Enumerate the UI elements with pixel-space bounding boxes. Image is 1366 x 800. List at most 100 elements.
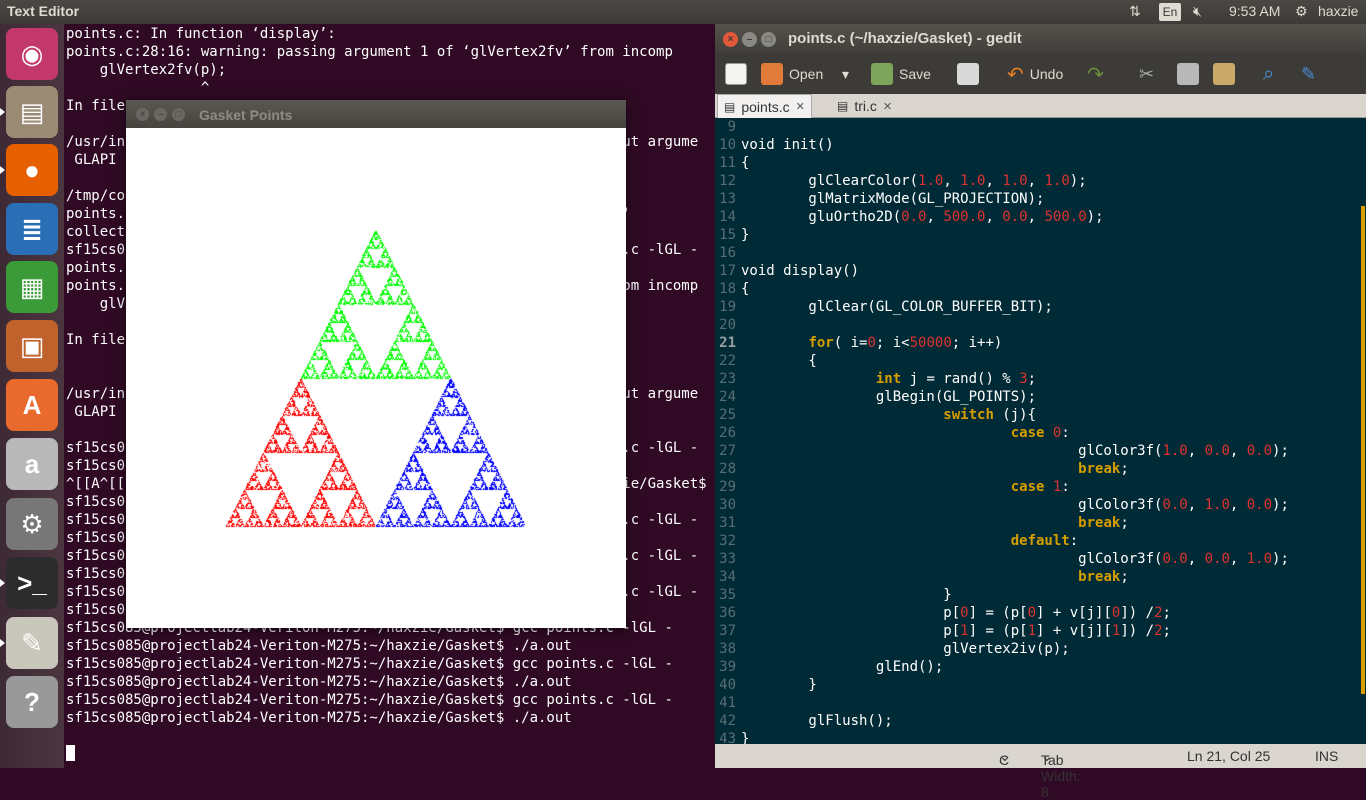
gasket-points-window[interactable]: × – □ Gasket Points xyxy=(126,100,626,628)
code-line[interactable]: } xyxy=(741,731,749,744)
chevron-down-icon: ▾ xyxy=(842,65,850,82)
document-icon: ▤ xyxy=(724,99,736,114)
amazon-icon[interactable]: a xyxy=(6,438,58,490)
line-number: 36 xyxy=(719,605,736,621)
window-title: Gasket Points xyxy=(199,107,293,123)
code-line[interactable]: p[1] = (p[1] + v[j][1]) /2; xyxy=(741,623,1171,639)
find-button[interactable]: ⌕ xyxy=(1263,60,1274,88)
code-line[interactable]: { xyxy=(741,155,749,171)
tab-width-selector[interactable]: Tab Width: 8 ⌄ xyxy=(1041,748,1081,800)
firefox-icon[interactable]: ● xyxy=(6,144,58,196)
code-line[interactable]: glClearColor(1.0, 1.0, 1.0, 1.0); xyxy=(741,173,1086,189)
open-label: Open xyxy=(789,66,824,82)
code-line[interactable]: break; xyxy=(741,461,1129,477)
code-line[interactable]: } xyxy=(741,587,951,603)
gedit-titlebar[interactable]: × – □ points.c (~/haxzie/Gasket) - gedit xyxy=(715,24,1366,54)
system-settings-icon[interactable]: ⚙ xyxy=(6,498,58,550)
help-icon[interactable]: ? xyxy=(6,676,58,728)
code-line[interactable]: int j = rand() % 3; xyxy=(741,371,1036,387)
code-line[interactable]: switch (j){ xyxy=(741,407,1036,423)
code-line[interactable]: break; xyxy=(741,569,1129,585)
top-panel: Text Editor ⇅ En 🔇︎ 9:53 AM ⚙ haxzie xyxy=(0,0,1366,24)
code-line[interactable]: default: xyxy=(741,533,1078,549)
new-document-button[interactable] xyxy=(725,60,747,88)
files-icon[interactable]: ▤ xyxy=(6,86,58,138)
line-number: 15 xyxy=(719,227,736,243)
terminal-line: sf15cs0 xyxy=(66,494,126,510)
open-dropdown-button[interactable]: ▾ xyxy=(842,60,849,88)
user-name[interactable]: haxzie xyxy=(1318,3,1358,19)
libreoffice-calc-icon[interactable]: ▦ xyxy=(6,261,58,313)
keyboard-layout-indicator[interactable]: En xyxy=(1159,3,1181,21)
code-line[interactable]: glBegin(GL_POINTS); xyxy=(741,389,1036,405)
close-icon[interactable]: × xyxy=(723,32,738,47)
code-line[interactable]: case 0: xyxy=(741,425,1070,441)
code-line[interactable]: break; xyxy=(741,515,1129,531)
line-number: 11 xyxy=(719,155,736,171)
maximize-icon[interactable]: □ xyxy=(172,108,185,121)
terminal-line: sf15cs085@projectlab24-Veriton-M275:~/ha… xyxy=(66,656,673,672)
code-line[interactable]: glFlush(); xyxy=(741,713,892,729)
close-icon[interactable]: ✕ xyxy=(796,100,805,113)
code-line[interactable]: glColor3f(0.0, 1.0, 0.0); xyxy=(741,497,1289,513)
minimize-icon[interactable]: – xyxy=(154,108,167,121)
open-button[interactable]: Open xyxy=(761,60,823,88)
network-icon[interactable]: ⇅ xyxy=(1129,3,1141,20)
line-number: 16 xyxy=(719,245,736,261)
terminal-line: points. xyxy=(66,260,126,276)
replace-button[interactable]: ✎ xyxy=(1301,60,1316,88)
gear-icon[interactable]: ⚙ xyxy=(1295,3,1308,20)
clock[interactable]: 9:53 AM xyxy=(1229,3,1280,19)
software-center-icon[interactable]: A xyxy=(6,379,58,431)
line-number: 18 xyxy=(719,281,736,297)
code-line[interactable]: glEnd(); xyxy=(741,659,943,675)
ubuntu-dash-icon[interactable]: ◉ xyxy=(6,28,58,80)
code-line[interactable]: gluOrtho2D(0.0, 500.0, 0.0, 500.0); xyxy=(741,209,1103,225)
code-line[interactable]: { xyxy=(741,281,749,297)
libreoffice-writer-icon[interactable]: ≣ xyxy=(6,203,58,255)
libreoffice-impress-icon[interactable]: ▣ xyxy=(6,320,58,372)
tab-tri-c[interactable]: ▤ tri.c ✕ xyxy=(831,94,898,118)
close-icon[interactable]: ✕ xyxy=(883,100,892,113)
code-line[interactable]: p[0] = (p[0] + v[j][0]) /2; xyxy=(741,605,1171,621)
code-line[interactable]: glColor3f(0.0, 0.0, 1.0); xyxy=(741,551,1289,567)
terminal-line: sf15cs0 xyxy=(66,566,126,582)
code-line[interactable]: } xyxy=(741,227,749,243)
window-titlebar[interactable]: × – □ Gasket Points xyxy=(126,100,626,128)
code-line[interactable]: case 1: xyxy=(741,479,1070,495)
close-icon[interactable]: × xyxy=(136,108,149,121)
new-document-icon xyxy=(725,63,747,85)
save-button[interactable]: Save xyxy=(871,60,931,88)
code-line[interactable]: void display() xyxy=(741,263,859,279)
undo-button[interactable]: ↶ Undo xyxy=(1007,60,1063,88)
code-line[interactable]: glVertex2iv(p); xyxy=(741,641,1069,657)
save-icon xyxy=(871,63,893,85)
tab-points-c[interactable]: ▤ points.c ✕ xyxy=(717,94,812,118)
cut-button[interactable]: ✂ xyxy=(1139,60,1154,88)
cursor-position: Ln 21, Col 25 xyxy=(1187,748,1271,764)
print-button[interactable] xyxy=(957,60,979,88)
line-number: 31 xyxy=(719,515,736,531)
gedit-icon[interactable]: ✎ xyxy=(6,617,58,669)
paste-button[interactable] xyxy=(1213,60,1235,88)
code-editor[interactable]: 9 10 11 12 13 14 15 16 17 18 19 20 21 22 23 24 25 26 27 28 2… xyxy=(715,118,1366,744)
code-line[interactable]: glMatrixMode(GL_PROJECTION); xyxy=(741,191,1044,207)
copy-button[interactable] xyxy=(1177,60,1199,88)
language-selector[interactable]: C ⌄ xyxy=(999,748,1011,768)
code-line[interactable]: void init() xyxy=(741,137,834,153)
volume-icon[interactable]: 🔇︎ xyxy=(1193,3,1202,20)
code-line[interactable]: glClear(GL_COLOR_BUFFER_BIT); xyxy=(741,299,1052,315)
maximize-icon[interactable]: □ xyxy=(761,32,776,47)
terminal-icon[interactable]: >_ xyxy=(6,557,58,609)
line-number: 21 xyxy=(719,335,736,351)
vertical-scrollbar[interactable] xyxy=(1361,206,1365,694)
code-line[interactable]: } xyxy=(741,677,816,693)
scissors-icon: ✂ xyxy=(1139,63,1155,84)
minimize-icon[interactable]: – xyxy=(742,32,757,47)
code-line[interactable]: { xyxy=(741,353,816,369)
gedit-window[interactable]: × – □ points.c (~/haxzie/Gasket) - gedit… xyxy=(715,24,1366,800)
code-line[interactable]: for( i=0; i<50000; i++) xyxy=(741,335,1002,351)
code-line[interactable]: glColor3f(1.0, 0.0, 0.0); xyxy=(741,443,1289,459)
redo-button[interactable]: ↷ xyxy=(1087,60,1104,88)
terminal-line: glV xyxy=(66,296,126,312)
